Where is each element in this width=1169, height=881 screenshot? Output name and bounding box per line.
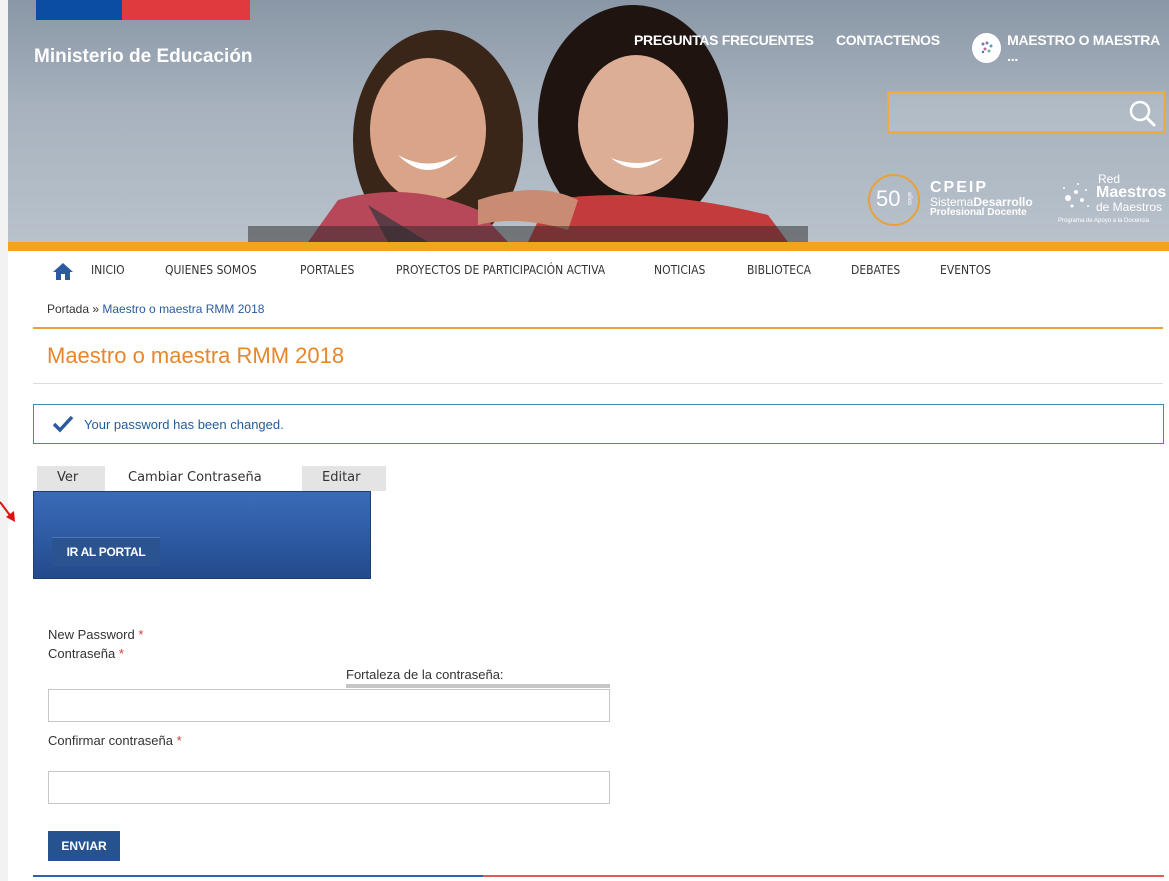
rmm-tagline: Programa de Apoyo a la Docencia (1058, 218, 1150, 224)
breadcrumb-separator: » (89, 302, 103, 316)
footer-line-red (483, 875, 1164, 877)
tab-ver[interactable]: Ver (37, 466, 105, 491)
checkmark-icon (52, 415, 74, 433)
submit-button[interactable]: ENVIAR (48, 831, 120, 861)
status-message: Your password has been changed. (33, 404, 1164, 444)
nav-item-proyectos[interactable]: PROYECTOS DE PARTICIPACIÓN ACTIVA (396, 263, 605, 277)
user-menu-label: MAESTRO O MAESTRA ... (1007, 32, 1160, 64)
nav-item-inicio[interactable]: INICIO (91, 263, 125, 277)
footer-line-blue (33, 875, 483, 877)
user-menu[interactable]: MAESTRO O MAESTRA ... (972, 32, 1169, 64)
nav-item-debates[interactable]: DEBATES (851, 263, 900, 277)
portal-panel: IR AL PORTAL (33, 491, 371, 579)
nav-item-quienes-somos[interactable]: QUIENES SOMOS (165, 263, 257, 277)
password-form (33, 590, 1164, 873)
header-banner: Ministerio de Educación PREGUNTAS FRECUE… (8, 0, 1169, 242)
password-strength-bar (346, 684, 610, 688)
home-icon[interactable] (52, 261, 74, 281)
breadcrumb-home[interactable]: Portada (47, 302, 89, 316)
tab-cambiar-contrasena[interactable]: Cambiar Contraseña (110, 466, 295, 491)
fifty-years-logo: 50 años (866, 172, 926, 228)
breadcrumb-current[interactable]: Maestro o maestra RMM 2018 (102, 302, 264, 316)
password-label: Contraseña * (48, 646, 124, 661)
nav-item-eventos[interactable]: EVENTOS (940, 263, 991, 277)
cpeip-logo: CPEIP SistemaDesarrollo Profesional Doce… (930, 180, 1033, 218)
search-icon[interactable] (1127, 98, 1157, 128)
nav-item-noticias[interactable]: NOTICIAS (654, 263, 705, 277)
dots-icon (1063, 183, 1089, 208)
flag-red-stripe (122, 0, 250, 20)
header-accent-bar (8, 242, 1169, 251)
rmm-de-maestros-label: de Maestros (1096, 200, 1163, 214)
tab-editar[interactable]: Editar (302, 466, 386, 491)
new-password-label: New Password * (48, 627, 144, 642)
status-text: Your password has been changed. (84, 416, 284, 432)
flag-blue-stripe (36, 0, 122, 20)
password-strength-label: Fortaleza de la contraseña: (346, 667, 504, 682)
ministry-logo-text[interactable]: Ministerio de Educación (34, 46, 253, 68)
cpeip-line2: Profesional Docente (930, 207, 1027, 218)
nav-item-portales[interactable]: PORTALES (300, 263, 354, 277)
main-nav: INICIO QUIENES SOMOS PORTALES PROYECTOS … (8, 251, 1169, 291)
page-title: Maestro o maestra RMM 2018 (47, 343, 345, 368)
password-input[interactable] (48, 689, 610, 722)
search-input[interactable] (887, 91, 1165, 133)
confirm-password-input[interactable] (48, 771, 610, 804)
confirm-password-label: Confirmar contraseña * (48, 733, 182, 748)
contact-link[interactable]: CONTACTENOS (836, 32, 940, 48)
title-bottom-divider (33, 383, 1163, 384)
cpeip-title: CPEIP (930, 179, 989, 196)
faq-link[interactable]: PREGUNTAS FRECUENTES (634, 32, 814, 48)
fifty-years-label: años (906, 192, 912, 206)
breadcrumb: Portada » Maestro o maestra RMM 2018 (47, 302, 264, 316)
fifty-number: 50 (876, 186, 901, 211)
red-arrow-icon (0, 501, 15, 522)
user-avatar-icon (972, 33, 1002, 63)
nav-item-biblioteca[interactable]: BIBLIOTECA (747, 263, 811, 277)
go-to-portal-button[interactable]: IR AL PORTAL (52, 537, 160, 566)
title-top-divider (33, 327, 1163, 329)
